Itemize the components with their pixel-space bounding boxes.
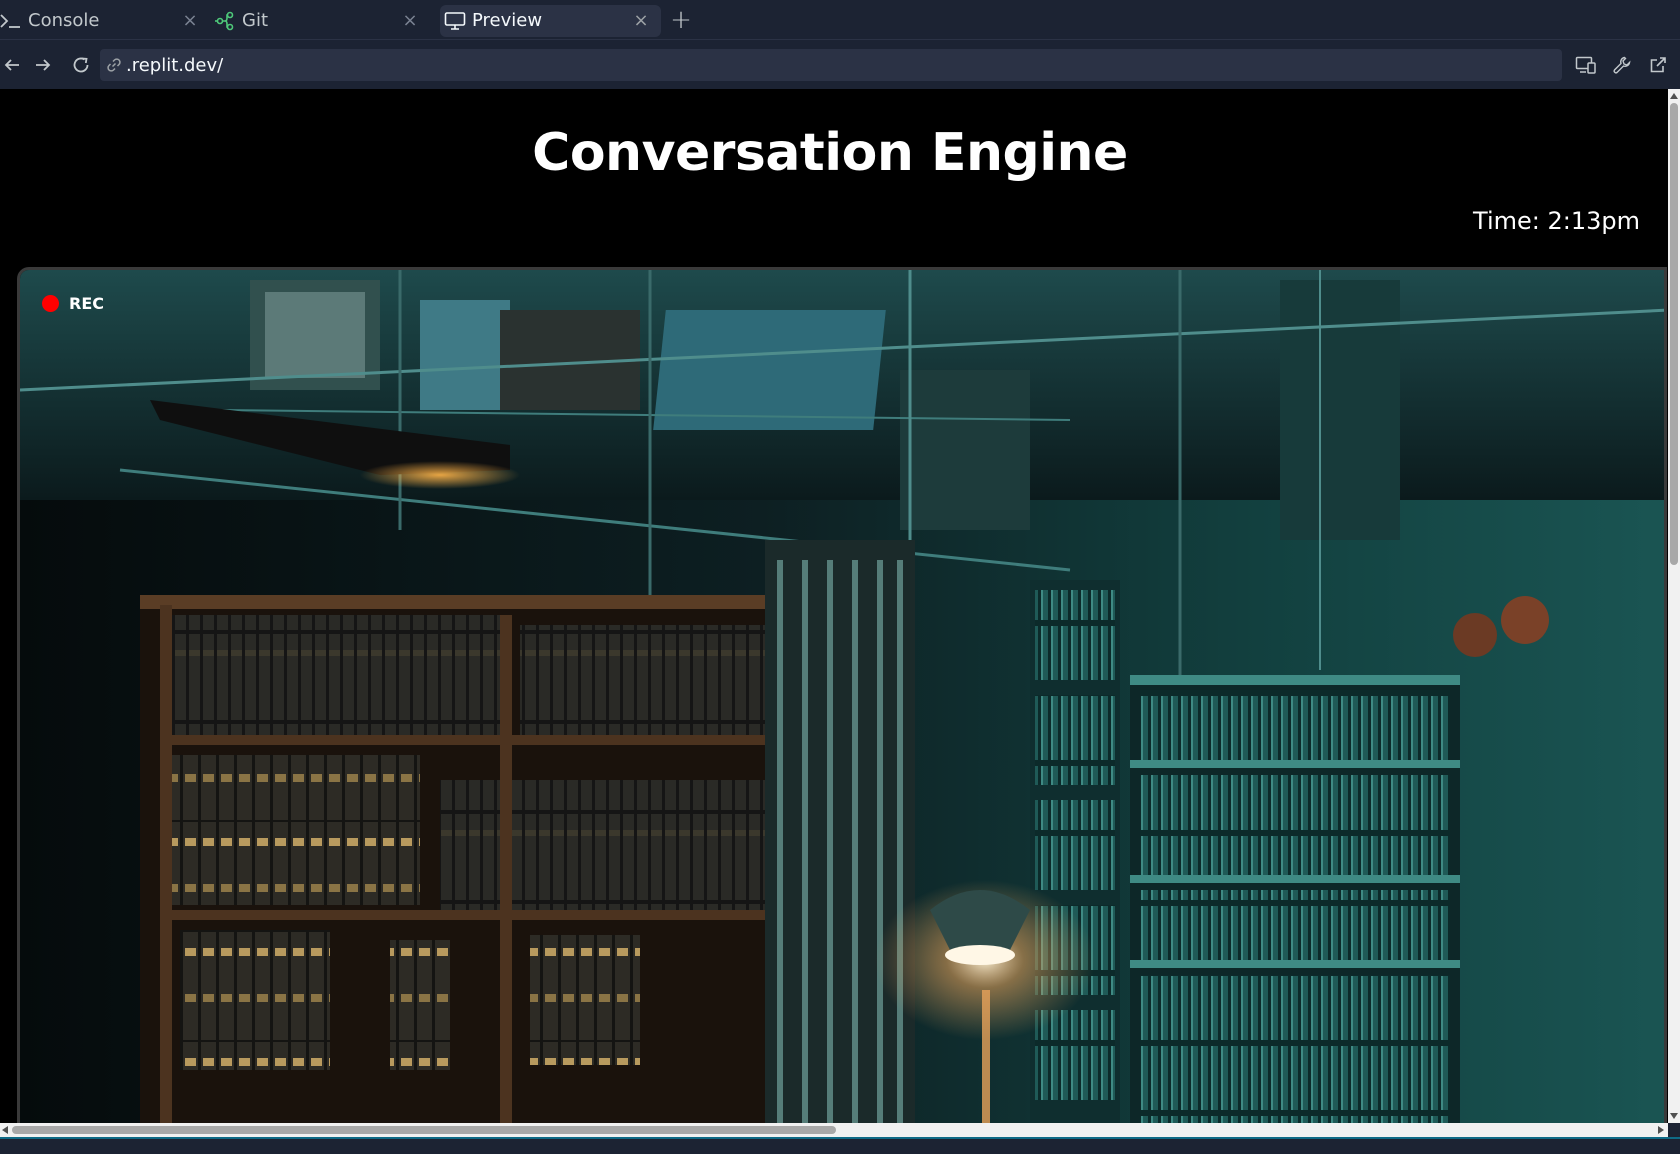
monitor-icon	[444, 10, 466, 32]
vertical-scroll-thumb[interactable]	[1670, 103, 1678, 565]
devices-icon	[1575, 56, 1596, 74]
terminal-icon	[0, 10, 22, 32]
tab-git[interactable]: Git ×	[210, 5, 430, 37]
page-title: Conversation Engine	[532, 123, 1128, 183]
address-bar: .replit.dev/	[0, 41, 1680, 89]
vertical-scrollbar[interactable]	[1668, 89, 1680, 1123]
tab-bar: Console × Git × Preview × +	[0, 0, 1680, 40]
bottom-strip	[0, 1137, 1680, 1154]
close-icon[interactable]: ×	[180, 10, 200, 31]
open-new-tab-button[interactable]	[1640, 49, 1676, 81]
forward-button[interactable]	[24, 49, 62, 81]
tab-console[interactable]: Console ×	[0, 5, 210, 37]
record-dot-icon	[42, 295, 59, 312]
tab-label: Console	[28, 10, 100, 31]
close-icon[interactable]: ×	[631, 10, 651, 31]
link-icon	[106, 56, 124, 74]
device-toggle-button[interactable]	[1568, 49, 1604, 81]
recording-indicator: REC	[42, 294, 104, 313]
external-link-icon	[1650, 57, 1666, 73]
add-tab-button[interactable]: +	[661, 4, 701, 36]
reload-icon	[73, 57, 89, 73]
rec-label: REC	[69, 294, 104, 313]
scroll-down-icon[interactable]	[1670, 1113, 1678, 1119]
back-button[interactable]	[0, 49, 24, 81]
scroll-left-icon[interactable]	[2, 1126, 8, 1134]
horizontal-scrollbar[interactable]	[0, 1123, 1668, 1137]
time-display: Time: 2:13pm	[1473, 207, 1640, 235]
preview-viewport: Conversation Engine Time: 2:13pm REC	[0, 89, 1680, 1123]
git-branch-icon	[214, 10, 236, 32]
tab-preview[interactable]: Preview ×	[440, 4, 661, 37]
tab-label: Git	[242, 10, 269, 31]
horizontal-scroll-thumb[interactable]	[12, 1126, 836, 1134]
reload-button[interactable]	[62, 49, 100, 81]
library-scene-image	[20, 270, 1664, 1123]
arrow-left-icon	[4, 59, 19, 71]
wrench-icon	[1613, 56, 1631, 74]
url-text: .replit.dev/	[126, 54, 224, 76]
close-icon[interactable]: ×	[400, 10, 420, 31]
arrow-right-icon	[36, 59, 51, 71]
devtools-button[interactable]	[1604, 49, 1640, 81]
url-input[interactable]: .replit.dev/	[100, 49, 1562, 81]
plus-icon: +	[670, 4, 692, 35]
scroll-up-icon[interactable]	[1670, 93, 1678, 99]
tab-label: Preview	[472, 10, 543, 31]
scroll-right-icon[interactable]	[1658, 1126, 1664, 1134]
video-feed: REC	[17, 267, 1667, 1123]
